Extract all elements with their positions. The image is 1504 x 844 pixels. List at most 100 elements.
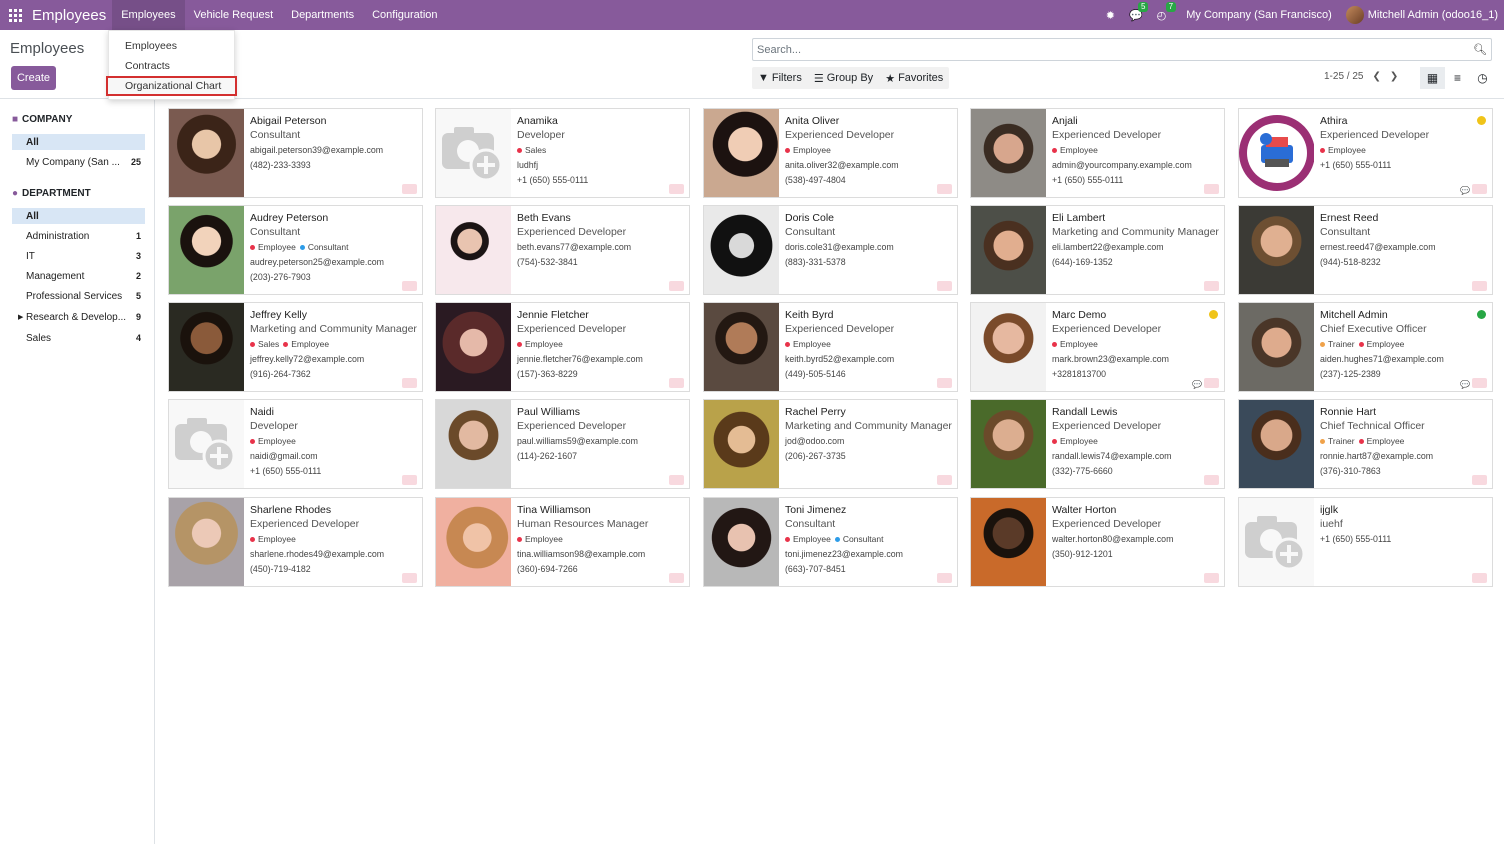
employee-card[interactable]: Eli Lambert Marketing and Community Manag… <box>970 205 1225 295</box>
chat-icon[interactable]: 💬 <box>1460 186 1470 195</box>
employee-card[interactable]: Anamika Developer Sales ludhfj +1 (650) 555-… <box>435 108 690 198</box>
company-switcher[interactable]: My Company (San Francisco) <box>1186 9 1332 21</box>
employee-card[interactable]: Jennie Fletcher Experienced Developer Empl… <box>435 302 690 392</box>
activity-icon[interactable] <box>669 184 684 194</box>
pager-prev-icon[interactable]: ❮ <box>1372 71 1380 82</box>
employee-card[interactable]: Anita Oliver Experienced Developer Employe… <box>703 108 958 198</box>
employee-tags: Employee <box>517 532 683 547</box>
activity-icon[interactable] <box>1204 281 1219 291</box>
employee-photo <box>436 498 511 586</box>
employee-card[interactable]: Abigail Peterson Consultant abigail.peters… <box>168 108 423 198</box>
dept-item-it[interactable]: IT 3 <box>12 248 145 264</box>
search-icon[interactable]: 🔍︎ <box>1473 43 1487 56</box>
employee-card[interactable]: Ernest Reed Consultant ernest.reed47@examp… <box>1238 205 1493 295</box>
activity-icon[interactable] <box>402 378 417 388</box>
group-by-button[interactable]: ☰ Group By <box>808 72 879 85</box>
employee-job-title: Experienced Developer <box>1052 420 1162 432</box>
dropdown-item-organizational-chart[interactable]: Organizational Chart <box>106 76 237 96</box>
activity-icon[interactable] <box>1204 184 1219 194</box>
presence-status-icon <box>1477 116 1486 125</box>
dept-item-professional-services[interactable]: Professional Services 5 <box>12 288 145 304</box>
activity-icon[interactable] <box>937 184 952 194</box>
activity-clock-icon[interactable]: ◴ 7 <box>1157 1 1177 22</box>
dept-item-sales[interactable]: Sales 4 <box>12 330 145 346</box>
dept-item-all[interactable]: All <box>12 208 145 224</box>
employee-card[interactable]: Tina Williamson Human Resources Manager Em… <box>435 497 690 587</box>
employee-card[interactable]: Keith Byrd Experienced Developer Employee k… <box>703 302 958 392</box>
employee-job-title: Developer <box>250 420 298 432</box>
employee-card[interactable]: Randall Lewis Experienced Developer Employ… <box>970 399 1225 489</box>
employee-email: +1 (650) 555-0111 <box>1320 160 1392 170</box>
company-item-all[interactable]: All <box>12 134 145 150</box>
bug-icon[interactable]: ✹ <box>1106 9 1115 22</box>
activity-icon[interactable] <box>1472 378 1487 388</box>
dept-item-management[interactable]: Management 2 <box>12 268 145 284</box>
kanban-view-icon[interactable]: ▦ <box>1420 67 1445 89</box>
activity-icon[interactable] <box>1472 573 1487 583</box>
employee-card[interactable]: Anjali Experienced Developer Employee admin… <box>970 108 1225 198</box>
chat-icon[interactable]: 💬 <box>1192 380 1202 389</box>
activity-icon[interactable] <box>402 184 417 194</box>
employee-card[interactable]: Doris Cole Consultant doris.cole31@example… <box>703 205 958 295</box>
activity-icon[interactable] <box>669 475 684 485</box>
chat-icon[interactable]: 💬 <box>1460 380 1470 389</box>
activity-icon[interactable] <box>1204 475 1219 485</box>
menu-departments[interactable]: Departments <box>282 0 363 30</box>
activity-icon[interactable] <box>402 281 417 291</box>
apps-menu-icon[interactable] <box>0 0 30 30</box>
employee-card[interactable]: Rachel Perry Marketing and Community Mana… <box>703 399 958 489</box>
activity-icon[interactable] <box>669 378 684 388</box>
dept-item-administration[interactable]: Administration 1 <box>12 228 145 244</box>
menu-vehicle-request[interactable]: Vehicle Request <box>185 0 283 30</box>
employee-card[interactable]: Athira Experienced Developer Employee +1 (6… <box>1238 108 1493 198</box>
employee-card[interactable]: Beth Evans Experienced Developer beth.evan… <box>435 205 690 295</box>
user-menu[interactable]: Mitchell Admin (odoo16_1) <box>1345 6 1498 24</box>
activity-icon[interactable] <box>1204 378 1219 388</box>
employee-card[interactable]: Walter Horton Experienced Developer walter… <box>970 497 1225 587</box>
employee-card[interactable]: Toni Jimenez Consultant Employee Consultant… <box>703 497 958 587</box>
activity-icon[interactable] <box>1204 573 1219 583</box>
chat-icon[interactable]: 💬 5 <box>1129 1 1149 22</box>
activity-icon[interactable] <box>937 475 952 485</box>
app-brand[interactable]: Employees <box>32 7 106 24</box>
menu-configuration[interactable]: Configuration <box>363 0 446 30</box>
list-view-icon[interactable]: ≡ <box>1445 67 1470 89</box>
employee-tags: Employee <box>250 532 416 547</box>
search-input[interactable]: Search... 🔍︎ <box>752 38 1492 61</box>
activity-icon[interactable] <box>1472 281 1487 291</box>
activity-icon[interactable] <box>402 573 417 583</box>
activity-icon[interactable] <box>1472 184 1487 194</box>
employee-card[interactable]: Ronnie Hart Chief Technical Officer Traine… <box>1238 399 1493 489</box>
activity-icon[interactable] <box>937 281 952 291</box>
dept-item-research-development[interactable]: ▶ Research & Develop... 9 <box>12 309 145 325</box>
employee-card[interactable]: Naidi Developer Employee naidi@gmail.com +1 … <box>168 399 423 489</box>
pager-value[interactable]: 1-25 / 25 <box>1324 71 1363 82</box>
employee-card[interactable]: Audrey Peterson Consultant Employee Consult… <box>168 205 423 295</box>
employee-email: sharlene.rhodes49@example.com <box>250 549 385 559</box>
employee-card[interactable]: Jeffrey Kelly Marketing and Community Man… <box>168 302 423 392</box>
activity-icon[interactable] <box>937 573 952 583</box>
employee-card[interactable]: Sharlene Rhodes Experienced Developer Empl… <box>168 497 423 587</box>
employee-card[interactable]: Paul Williams Experienced Developer paul.w… <box>435 399 690 489</box>
activity-icon[interactable] <box>669 573 684 583</box>
company-item-my-company[interactable]: My Company (San ... 25 <box>12 154 145 170</box>
filters-button[interactable]: ▼ Filters <box>752 72 808 84</box>
caret-right-icon[interactable]: ▶ <box>18 313 23 321</box>
employee-card[interactable]: Marc Demo Experienced Developer Employee ma… <box>970 302 1225 392</box>
dropdown-item-employees[interactable]: Employees <box>109 36 234 56</box>
pager-next-icon[interactable]: ❯ <box>1390 71 1398 82</box>
employee-name: Jeffrey Kelly <box>250 309 307 321</box>
create-button[interactable]: Create <box>11 66 56 90</box>
activity-icon[interactable] <box>1472 475 1487 485</box>
employee-name: Athira <box>1320 115 1348 127</box>
activity-icon[interactable] <box>402 475 417 485</box>
activity-view-icon[interactable]: ◷ <box>1470 67 1495 89</box>
employee-card[interactable]: ijglk iuehf +1 (650) 555-0111 <box>1238 497 1493 587</box>
menu-employees[interactable]: Employees <box>112 0 185 30</box>
dropdown-item-contracts[interactable]: Contracts <box>109 56 234 76</box>
activity-icon[interactable] <box>669 281 684 291</box>
employee-card[interactable]: Mitchell Admin Chief Executive Officer Tra… <box>1238 302 1493 392</box>
favorites-button[interactable]: ★ Favorites <box>879 72 949 85</box>
searchpanel-sidebar: ■ COMPANY All My Company (San ... 25 ● DEPA… <box>0 99 155 844</box>
activity-icon[interactable] <box>937 378 952 388</box>
